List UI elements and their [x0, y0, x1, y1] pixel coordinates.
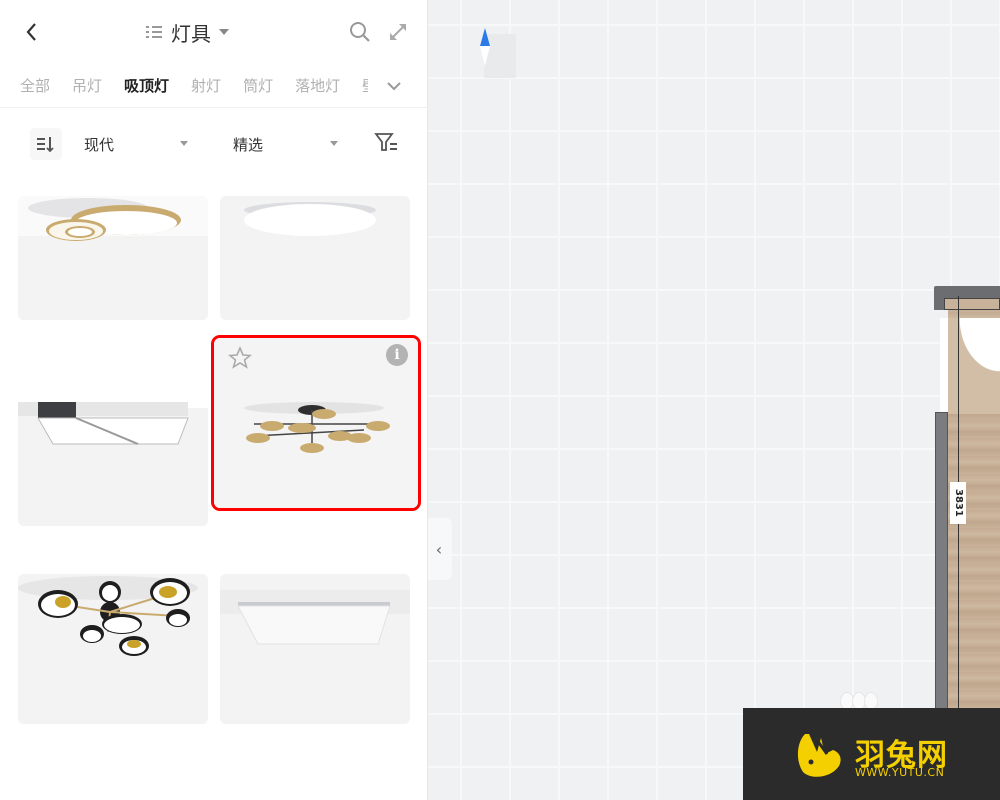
product-card[interactable] [18, 574, 208, 724]
tab-ceiling-light[interactable]: 吸顶灯 [124, 75, 169, 96]
chevron-down-icon [387, 82, 401, 91]
category-selector[interactable]: 灯具 [145, 18, 229, 46]
product-card[interactable] [18, 196, 208, 320]
grid-line-horizontal [428, 501, 1000, 503]
panel-header: 灯具 [0, 0, 427, 64]
back-button[interactable] [20, 18, 44, 46]
product-card[interactable] [220, 196, 410, 320]
grid-line-vertical [656, 0, 658, 800]
grid-line-vertical [460, 0, 462, 800]
quality-select[interactable]: 精选 [233, 132, 343, 156]
product-thumbnail [220, 196, 410, 320]
expand-button[interactable] [386, 20, 410, 44]
product-thumbnail [220, 574, 410, 724]
chevron-left-icon: ‹ [435, 539, 443, 559]
yutu-logo-icon [797, 734, 841, 777]
wall-top-inner [944, 298, 1000, 310]
tab-spotlight[interactable]: 射灯 [191, 75, 221, 96]
style-select-value: 现代 [84, 135, 115, 154]
grid-line-horizontal [428, 607, 1000, 609]
tab-all[interactable]: 全部 [20, 75, 50, 96]
expand-icon [390, 24, 406, 40]
caret-down-icon [330, 141, 338, 146]
grid-line-vertical [754, 0, 756, 800]
filter-button[interactable] [374, 130, 400, 156]
lighting-panel: 灯具 全部 吊灯 吸顶灯 射灯 筒灯 落地灯 现代 精选 i [0, 0, 428, 800]
watermark-url: WWW.YUTU.CN [855, 766, 945, 779]
watermark-banner: 羽兔网 WWW.YUTU.CN [743, 708, 1000, 800]
product-card[interactable] [18, 346, 208, 526]
floorplan-canvas[interactable] [428, 0, 1000, 800]
search-icon [350, 22, 370, 42]
grid-line-horizontal [428, 448, 1000, 450]
collapse-panel-button[interactable]: ‹ [426, 518, 452, 580]
tab-pendant[interactable]: 吊灯 [72, 75, 102, 96]
grid-line-horizontal [428, 236, 1000, 238]
grid-line-horizontal [428, 554, 1000, 556]
grid-line-vertical [705, 0, 707, 800]
tab-wall-lamp[interactable]: 壁 [362, 75, 368, 96]
grid-line-vertical [852, 0, 854, 800]
grid-line-vertical [607, 0, 609, 800]
product-thumbnail [18, 346, 208, 526]
panel-title: 灯具 [171, 21, 211, 46]
filter-icon [374, 133, 397, 151]
sort-icon [37, 137, 54, 153]
app-root: 3831 ‹ 灯具 全部 吊灯 吸顶灯 射灯 筒灯 落地灯 现代 精选 i 羽兔… [0, 0, 1000, 800]
grid-line-horizontal [428, 130, 1000, 132]
search-button[interactable] [348, 20, 372, 44]
grid-line-horizontal [428, 289, 1000, 291]
grid-line-horizontal [428, 660, 1000, 662]
grid-line-horizontal [428, 395, 1000, 397]
product-thumbnail [18, 196, 208, 320]
product-card[interactable] [220, 574, 410, 724]
product-card-selected[interactable]: i [211, 335, 421, 511]
chevron-left-icon [26, 23, 36, 41]
info-icon[interactable]: i [386, 344, 408, 366]
star-icon[interactable] [228, 346, 252, 370]
wall-left[interactable] [935, 412, 948, 712]
grid-line-horizontal [428, 342, 1000, 344]
grid-line-vertical [558, 0, 560, 800]
product-thumbnail [18, 574, 208, 724]
style-select[interactable]: 现代 [84, 132, 194, 156]
sort-button[interactable] [30, 128, 62, 160]
grid-line-vertical [509, 0, 511, 800]
door-swing-arc [948, 318, 1000, 414]
grid-line-vertical [901, 0, 903, 800]
tab-downlight[interactable]: 筒灯 [243, 75, 273, 96]
grid-line-horizontal [428, 183, 1000, 185]
dimension-label: 3831 [950, 482, 966, 524]
more-tabs-button[interactable] [384, 76, 404, 96]
list-icon [146, 26, 162, 38]
subcategory-tabs: 全部 吊灯 吸顶灯 射灯 筒灯 落地灯 壁 [0, 64, 427, 108]
caret-down-icon [180, 141, 188, 146]
grid-line-vertical [803, 0, 805, 800]
filter-bar: 现代 精选 [0, 108, 427, 176]
quality-select-value: 精选 [233, 135, 264, 154]
tab-floor-lamp[interactable]: 落地灯 [295, 75, 340, 96]
compass-icon[interactable] [478, 26, 518, 78]
caret-down-icon [219, 29, 229, 35]
